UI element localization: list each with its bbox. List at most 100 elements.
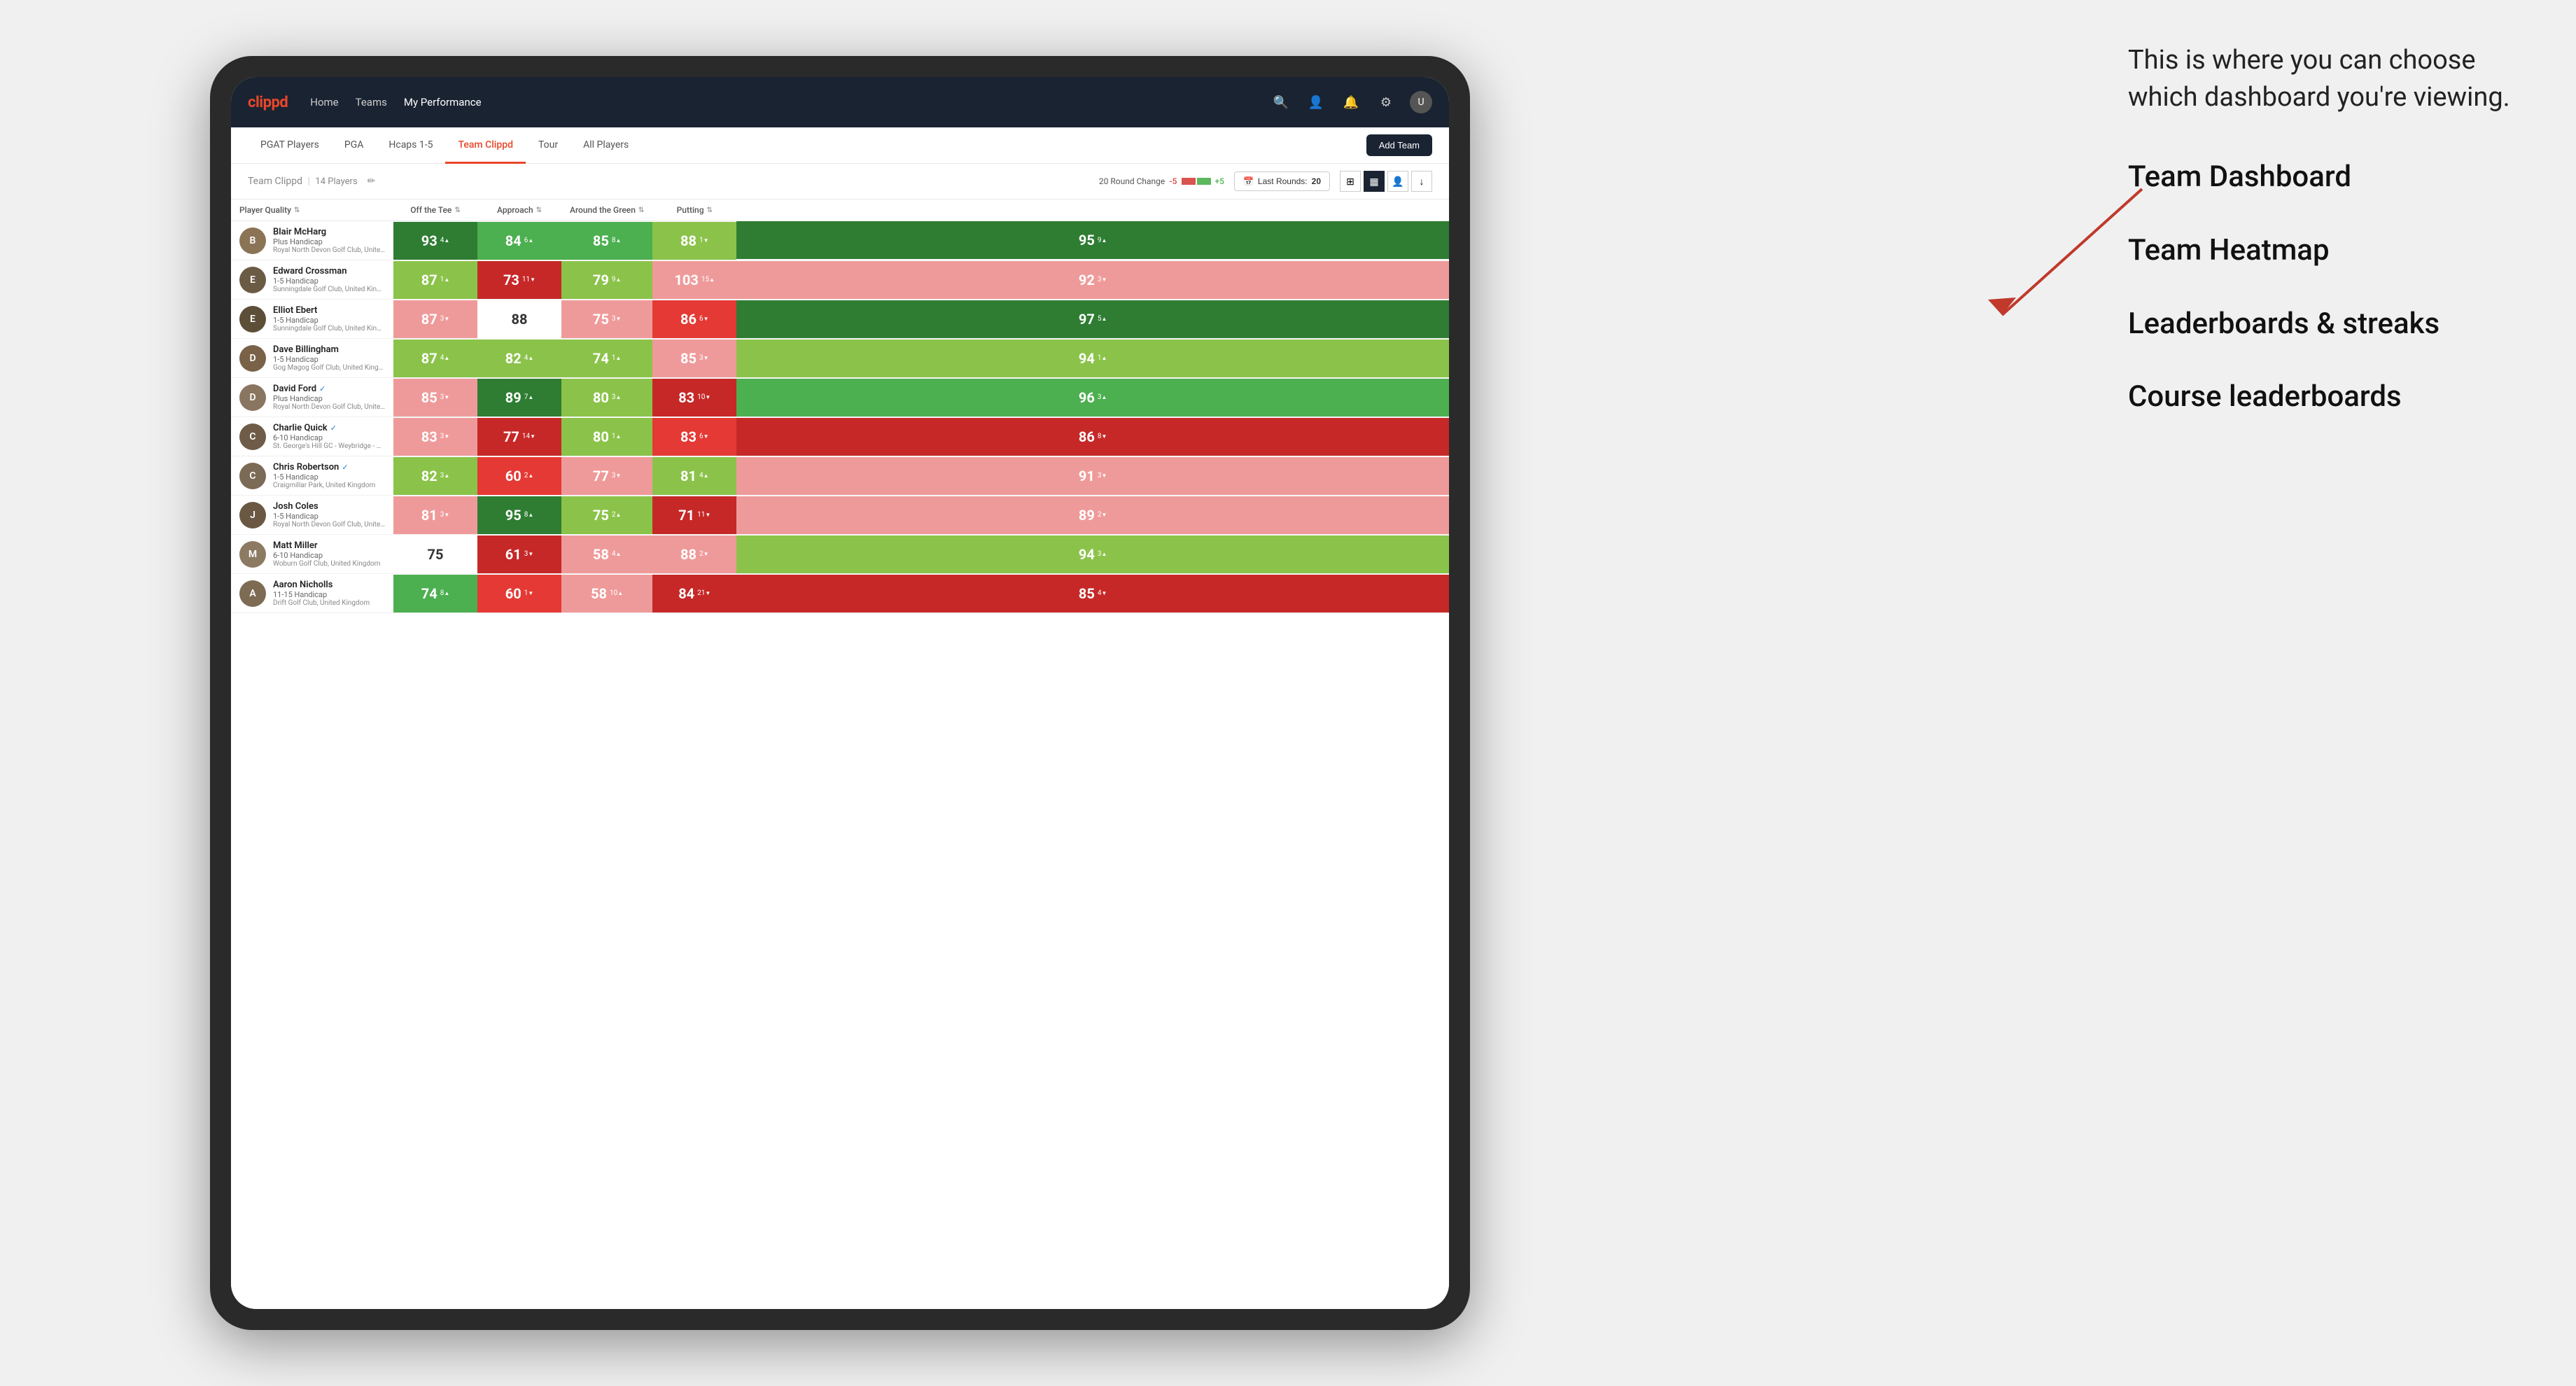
add-team-button[interactable]: Add Team — [1366, 134, 1432, 156]
score-off_tee: 7311▼ — [477, 260, 561, 300]
score-value: 94 — [1079, 350, 1095, 367]
player-handicap: 1-5 Handicap — [273, 512, 385, 521]
player-name: Aaron Nicholls — [273, 580, 332, 590]
score-change: 2▲ — [524, 472, 534, 479]
change-value: 11 — [697, 511, 705, 519]
th-putting[interactable]: Putting ⇅ — [652, 200, 736, 221]
player-name: Elliot Ebert — [273, 305, 317, 316]
table-row[interactable]: JJosh Coles1-5 HandicapRoyal North Devon… — [231, 496, 1449, 535]
score-change: 3▲ — [612, 393, 622, 401]
player-name: Matt Miller — [273, 540, 318, 551]
table-row[interactable]: CCharlie Quick✓6-10 HandicapSt. George's… — [231, 417, 1449, 456]
score-approach: 773▼ — [561, 456, 652, 496]
player-handicap: 1-5 Handicap — [273, 472, 385, 482]
score-approach: 741▲ — [561, 339, 652, 378]
player-cell: DDavid Ford✓Plus HandicapRoyal North Dev… — [231, 378, 393, 417]
score-off_tee: 7714▼ — [477, 417, 561, 456]
score-value: 74 — [421, 585, 438, 602]
score-around_green: 882▼ — [652, 535, 736, 574]
arrow-up-icon: ▲ — [444, 237, 449, 244]
score-approach: 753▼ — [561, 300, 652, 339]
dashboard-option-3: Leaderboards & streaks — [2128, 305, 2534, 344]
chart-view-button[interactable]: 👤 — [1387, 171, 1408, 192]
table-row[interactable]: DDave Billingham1-5 HandicapGog Magog Go… — [231, 339, 1449, 378]
th-off-tee[interactable]: Off the Tee ⇅ — [393, 200, 477, 221]
settings-icon[interactable]: ⚙ — [1375, 91, 1397, 113]
score-off_tee: 602▲ — [477, 456, 561, 496]
score-value: 103 — [674, 272, 698, 288]
sort-icon-approach: ⇅ — [536, 206, 542, 214]
score-player_quality: 871▲ — [393, 260, 477, 300]
change-value: 10 — [610, 589, 617, 597]
score-player_quality: 833▼ — [393, 417, 477, 456]
arrow-down-icon: ▼ — [615, 472, 621, 479]
score-value: 93 — [421, 232, 438, 249]
score-change: 10▼ — [697, 393, 710, 401]
arrow-down-icon: ▼ — [444, 433, 449, 440]
tab-pgat-players[interactable]: PGAT Players — [248, 127, 332, 164]
score-approach: 584▲ — [561, 535, 652, 574]
table-row[interactable]: AAaron Nicholls11-15 HandicapDrift Golf … — [231, 574, 1449, 613]
bell-icon[interactable]: 🔔 — [1340, 91, 1362, 113]
score-change: 4▲ — [699, 472, 709, 479]
player-handicap: Plus Handicap — [273, 394, 385, 403]
score-change: 3▲ — [440, 472, 450, 479]
tab-all-players[interactable]: All Players — [570, 127, 641, 164]
score-player_quality: 874▲ — [393, 339, 477, 378]
player-handicap: Plus Handicap — [273, 237, 385, 246]
nav-link-teams[interactable]: Teams — [356, 93, 387, 111]
player-club: Gog Magog Golf Club, United Kingdom — [273, 364, 385, 372]
heatmap-view-button[interactable]: ▦ — [1364, 171, 1385, 192]
avatar[interactable]: U — [1410, 91, 1432, 113]
verified-badge: ✓ — [319, 384, 326, 393]
nav-link-home[interactable]: Home — [310, 93, 338, 111]
search-icon[interactable]: 🔍 — [1270, 91, 1292, 113]
tab-hcaps[interactable]: Hcaps 1-5 — [376, 127, 445, 164]
score-off_tee: 88 — [477, 300, 561, 339]
last-rounds-button[interactable]: 📅 Last Rounds: 20 — [1234, 172, 1330, 191]
player-avatar: E — [239, 267, 266, 293]
arrow-up-icon: ▲ — [704, 472, 709, 479]
arrow-down-icon: ▼ — [528, 551, 533, 557]
score-approach: 752▲ — [561, 496, 652, 535]
player-cell: AAaron Nicholls11-15 HandicapDrift Golf … — [231, 574, 393, 613]
player-club: Drift Golf Club, United Kingdom — [273, 599, 385, 607]
score-putting: 943▲ — [736, 535, 1449, 574]
tab-tour[interactable]: Tour — [526, 127, 570, 164]
nav-link-performance[interactable]: My Performance — [404, 93, 482, 111]
annotation-area: This is where you can choose which dashb… — [2128, 42, 2534, 451]
arrow-down-icon: ▼ — [704, 237, 709, 244]
team-header: Team Clippd | 14 Players ✏ 20 Round Chan… — [231, 164, 1449, 200]
arrow-down-icon: ▼ — [704, 316, 709, 322]
arrow-up-icon: ▲ — [1101, 316, 1107, 322]
score-change: 8▲ — [440, 589, 450, 597]
arrow-down-icon: ▼ — [1101, 433, 1107, 440]
score-putting: 959▲ — [736, 221, 1449, 260]
score-value: 94 — [1079, 546, 1095, 563]
tablet-frame: clippd Home Teams My Performance 🔍 👤 🔔 ⚙… — [210, 56, 1470, 1330]
player-name: Blair McHarg — [273, 227, 326, 237]
score-value: 95 — [505, 507, 522, 524]
subnav: PGAT Players PGA Hcaps 1-5 Team Clippd T… — [231, 127, 1449, 164]
view-icons: ⊞ ▦ 👤 ↓ — [1340, 171, 1432, 192]
edit-icon[interactable]: ✏ — [368, 176, 376, 187]
table-row[interactable]: DDavid Ford✓Plus HandicapRoyal North Dev… — [231, 378, 1449, 417]
download-button[interactable]: ↓ — [1411, 171, 1432, 192]
grid-view-button[interactable]: ⊞ — [1340, 171, 1361, 192]
tab-pga[interactable]: PGA — [332, 127, 377, 164]
table-row[interactable]: CChris Robertson✓1-5 HandicapCraigmillar… — [231, 456, 1449, 496]
table-row[interactable]: MMatt Miller6-10 HandicapWoburn Golf Clu… — [231, 535, 1449, 574]
player-club: Woburn Golf Club, United Kingdom — [273, 560, 385, 568]
user-icon[interactable]: 👤 — [1305, 91, 1327, 113]
th-around-green[interactable]: Around the Green ⇅ — [561, 200, 652, 221]
table-row[interactable]: BBlair McHargPlus HandicapRoyal North De… — [231, 221, 1449, 260]
table-row[interactable]: EElliot Ebert1-5 HandicapSunningdale Gol… — [231, 300, 1449, 339]
th-approach[interactable]: Approach ⇅ — [477, 200, 561, 221]
score-around_green: 881▼ — [652, 221, 736, 260]
tab-team-clippd[interactable]: Team Clippd — [445, 127, 526, 164]
dashboard-options: Team Dashboard Team Heatmap Leaderboards… — [2128, 158, 2534, 416]
arrow-down-icon: ▼ — [705, 394, 710, 400]
table-row[interactable]: EEdward Crossman1-5 HandicapSunningdale … — [231, 260, 1449, 300]
navbar: clippd Home Teams My Performance 🔍 👤 🔔 ⚙… — [231, 77, 1449, 127]
th-player-quality[interactable]: Player Quality ⇅ — [231, 200, 393, 221]
